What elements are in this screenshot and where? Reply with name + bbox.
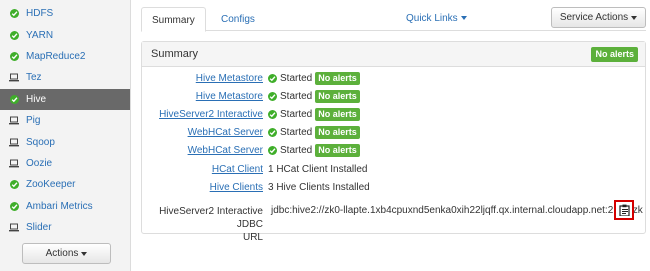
sidebar-item-mapreduce2[interactable]: MapReduce2 [0, 46, 130, 67]
component-status: Started No alerts [268, 108, 360, 121]
tab-configs[interactable]: Configs [211, 7, 265, 32]
client-installed-count: 1 HCat Client Installed [268, 164, 368, 175]
clipboard-icon [618, 204, 630, 216]
status-text: Started [280, 91, 313, 102]
sidebar-item-yarn[interactable]: YARN [0, 24, 130, 45]
client-link[interactable]: Hive Clients [142, 182, 268, 193]
component-status: Started No alerts [268, 72, 360, 85]
tab-configs-label: Configs [221, 14, 255, 25]
tab-summary-label: Summary [152, 15, 195, 26]
service-actions-label: Service Actions [559, 12, 629, 23]
component-status: Started No alerts [268, 126, 360, 139]
component-row: WebHCat Server Started No alerts [142, 141, 645, 160]
quick-links-dropdown[interactable]: Quick Links [406, 13, 467, 24]
sidebar-item-label: MapReduce2 [26, 50, 86, 62]
sidebar-item-hdfs[interactable]: HDFS [0, 3, 130, 24]
status-text: Started [280, 127, 313, 138]
check-circle-icon [9, 180, 19, 190]
sidebar-item-pig[interactable]: Pig [0, 110, 130, 131]
sidebar-item-zookeeper[interactable]: ZooKeeper [0, 174, 130, 195]
jdbc-url-label-line1: HiveServer2 Interactive JDBC [159, 206, 263, 230]
component-link[interactable]: HiveServer2 Interactive [142, 109, 268, 120]
check-circle-icon [9, 94, 19, 104]
summary-panel: Summary No alerts Hive Metastore Started N… [141, 41, 646, 243]
sidebar-item-ambari-metrics[interactable]: Ambari Metrics [0, 196, 130, 217]
sidebar-item-hive[interactable]: Hive [0, 88, 130, 110]
copy-jdbc-url-button[interactable] [614, 200, 634, 220]
service-list: HDFS YARN MapReduce2 Tez Hive Pig Sqoop Oozie Zo… [0, 0, 130, 238]
jdbc-url-label-line2: URL [242, 232, 263, 243]
tab-summary[interactable]: Summary [141, 7, 206, 32]
jdbc-url-label: HiveServer2 Interactive JDBC URL [142, 205, 268, 244]
check-circle-icon [9, 30, 19, 40]
component-link[interactable]: Hive Metastore [142, 91, 268, 102]
client-row: HCat Client 1 HCat Client Installed [142, 160, 645, 179]
sidebar-item-label: Pig [26, 115, 41, 127]
caret-down-icon [631, 15, 638, 20]
check-circle-icon [9, 9, 19, 19]
check-circle-icon [9, 51, 19, 61]
check-circle-icon [268, 92, 277, 101]
component-status: Started No alerts [268, 144, 360, 157]
services-sidebar: HDFS YARN MapReduce2 Tez Hive Pig Sqoop Oozie Zo… [0, 0, 131, 271]
check-circle-icon [268, 146, 277, 155]
actions-button-label: Actions [45, 248, 79, 259]
sidebar-item-label: Ambari Metrics [26, 200, 93, 212]
status-text: Started [280, 73, 313, 84]
laptop-icon [9, 223, 19, 233]
actions-button[interactable]: Actions [22, 243, 111, 264]
sidebar-item-label: ZooKeeper [26, 179, 76, 191]
sidebar-item-oozie[interactable]: Oozie [0, 153, 130, 174]
component-status: Started No alerts [268, 90, 360, 103]
sidebar-item-label: Slider [26, 222, 52, 234]
component-row: WebHCat Server Started No alerts [142, 123, 645, 142]
check-circle-icon [268, 128, 277, 137]
laptop-icon [9, 116, 19, 126]
sidebar-item-label: HDFS [26, 8, 54, 20]
laptop-icon [9, 137, 19, 147]
sidebar-item-slider[interactable]: Slider [0, 217, 130, 238]
alerts-badge[interactable]: No alerts [315, 72, 360, 85]
alerts-badge[interactable]: No alerts [315, 126, 360, 139]
sidebar-item-label: Oozie [26, 157, 53, 169]
component-link[interactable]: WebHCat Server [142, 127, 268, 138]
client-row: Hive Clients 3 Hive Clients Installed [142, 178, 645, 197]
check-circle-icon [9, 201, 19, 211]
sidebar-item-label: Tez [26, 72, 42, 84]
status-text: Started [280, 145, 313, 156]
service-alerts-badge[interactable]: No alerts [591, 46, 638, 62]
summary-panel-header: Summary No alerts [142, 42, 645, 67]
laptop-icon [9, 158, 19, 168]
status-text: Started [280, 109, 313, 120]
client-installed-count: 3 Hive Clients Installed [268, 182, 370, 193]
alerts-badge[interactable]: No alerts [315, 144, 360, 157]
alerts-badge[interactable]: No alerts [315, 90, 360, 103]
service-actions-button[interactable]: Service Actions [551, 7, 646, 28]
component-row: HiveServer2 Interactive Started No alerts [142, 105, 645, 124]
laptop-icon [9, 73, 19, 83]
caret-down-icon [460, 16, 467, 21]
quick-links-label: Quick Links [406, 13, 458, 24]
check-circle-icon [268, 74, 277, 83]
jdbc-url-value: jdbc:hive2://zk0-llapte.1xb4cpuxnd5enka0… [271, 205, 643, 216]
summary-panel-title: Summary [151, 48, 199, 60]
check-circle-icon [268, 110, 277, 119]
sidebar-item-label: YARN [26, 29, 54, 41]
component-link[interactable]: Hive Metastore [142, 73, 268, 84]
sidebar-item-label: Sqoop [26, 136, 55, 148]
component-row: Hive Metastore Started No alerts [142, 87, 645, 106]
caret-down-icon [81, 251, 88, 256]
component-link[interactable]: WebHCat Server [142, 145, 268, 156]
sidebar-item-sqoop[interactable]: Sqoop [0, 131, 130, 152]
sidebar-item-tez[interactable]: Tez [0, 67, 130, 88]
alerts-badge[interactable]: No alerts [315, 108, 360, 121]
client-link[interactable]: HCat Client [142, 164, 268, 175]
component-row: Hive Metastore Started No alerts [142, 69, 645, 88]
sidebar-item-label: Hive [26, 93, 47, 105]
